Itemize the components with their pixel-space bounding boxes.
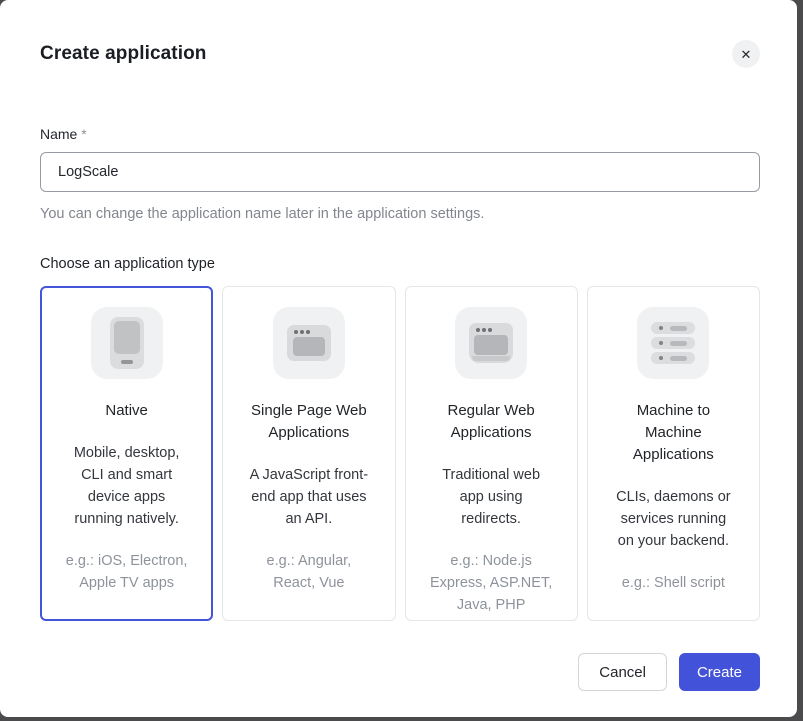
page-title: Create application (40, 40, 207, 68)
browser-window-icon (455, 307, 527, 379)
card-description: Mobile, desktop, CLI and smart device ap… (65, 442, 189, 530)
dialog-footer: Cancel Create (40, 653, 760, 691)
card-title: Machine to Machine Applications (615, 400, 731, 466)
app-type-card-spa[interactable]: Single Page Web Applications A JavaScrip… (222, 286, 395, 621)
cancel-button[interactable]: Cancel (578, 653, 667, 691)
app-type-card-regular-web[interactable]: Regular Web Applications Traditional web… (405, 286, 578, 621)
required-marker: * (81, 126, 86, 142)
close-icon: ✕ (741, 48, 752, 61)
close-button[interactable]: ✕ (732, 40, 760, 68)
application-type-section-label: Choose an application type (40, 254, 760, 274)
card-description: CLIs, daemons or services running on you… (611, 486, 735, 552)
card-example: e.g.: iOS, Electron, Apple TV apps (62, 550, 192, 594)
create-button[interactable]: Create (679, 653, 760, 691)
card-title: Single Page Web Applications (251, 400, 367, 444)
application-type-grid: Native Mobile, desktop, CLI and smart de… (40, 286, 760, 621)
app-type-card-native[interactable]: Native Mobile, desktop, CLI and smart de… (40, 286, 213, 621)
dialog-header: Create application ✕ (40, 40, 760, 68)
card-description: A JavaScript front-end app that uses an … (247, 464, 371, 530)
card-example: e.g.: Angular, React, Vue (244, 550, 374, 594)
name-field-label: Name * (40, 124, 760, 144)
name-helper-text: You can change the application name late… (40, 204, 760, 224)
card-description: Traditional web app using redirects. (429, 464, 553, 530)
app-type-card-m2m[interactable]: Machine to Machine Applications CLIs, da… (587, 286, 760, 621)
application-name-input[interactable] (40, 152, 760, 192)
card-title: Regular Web Applications (433, 400, 549, 444)
server-stack-icon (637, 307, 709, 379)
card-example: e.g.: Shell script (608, 572, 738, 594)
phone-icon (91, 307, 163, 379)
card-title: Native (69, 400, 185, 422)
create-application-dialog: Create application ✕ Name * You can chan… (0, 0, 797, 717)
card-example: e.g.: Node.js Express, ASP.NET, Java, PH… (426, 550, 556, 616)
browser-icon (273, 307, 345, 379)
